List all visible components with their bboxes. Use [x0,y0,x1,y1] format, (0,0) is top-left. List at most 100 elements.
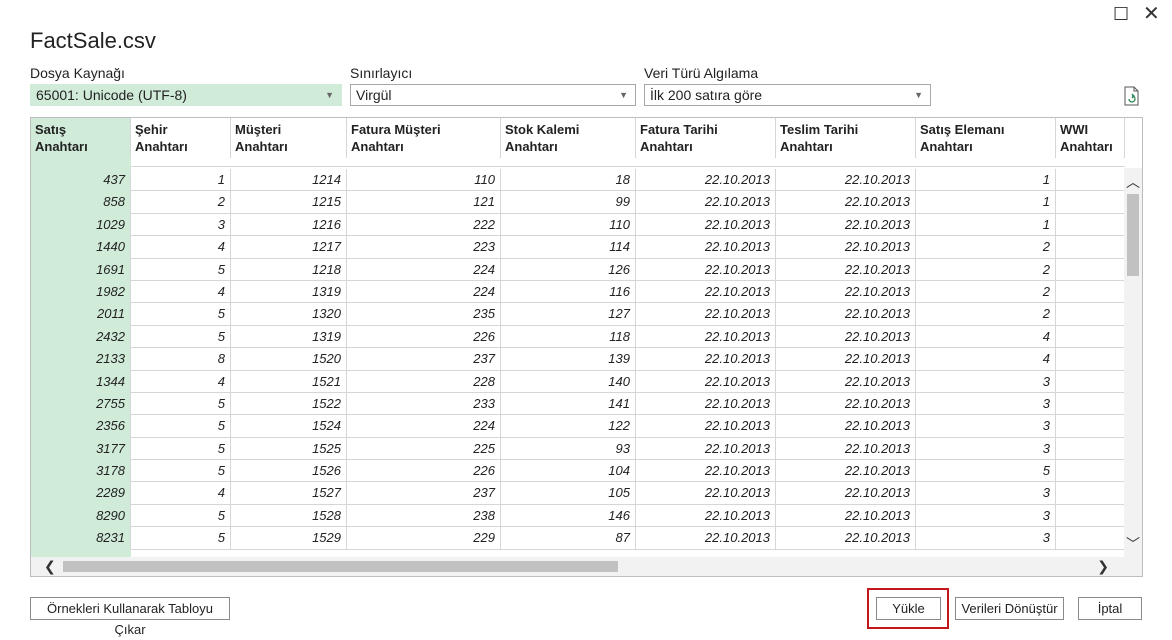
header-divider [131,166,1125,167]
table-cell: 5 [131,460,231,483]
table-cell: 22.10.2013 [776,258,916,281]
table-cell: 4 [131,370,231,393]
table-cell: 1215 [231,191,347,214]
table-cell: 1527 [231,482,347,505]
table-cell: 5 [131,325,231,349]
dialog-title: FactSale.csv [30,28,156,53]
table-cell: 22.10.2013 [776,169,916,192]
table-cell [1056,213,1125,237]
table-cell: 22.10.2013 [636,236,776,259]
table-cell: 116 [501,280,636,304]
table-cell: 1525 [231,437,347,461]
table-cell: 8 [131,348,231,371]
maximize-button[interactable]: ☐ [1113,5,1129,23]
table-cell: 22.10.2013 [636,504,776,528]
table-cell: 229 [347,527,501,550]
table-cell: 8290 [31,504,131,528]
column-header[interactable]: Şehir Anahtarı [131,118,231,158]
table-row: 2432 5 1319 226 118 22.10.2013 22.10.2013 4 [31,325,1125,349]
table-cell: 1526 [231,460,347,483]
table-cell: 225 [347,437,501,461]
cancel-button[interactable]: İptal [1078,597,1142,620]
table-cell: 1319 [231,280,347,304]
table-cell: 22.10.2013 [776,392,916,416]
table-cell: 8231 [31,527,131,550]
table-cell: 3 [916,437,1056,461]
table-cell: 5 [131,415,231,438]
column-header[interactable]: Fatura Müşteri Anahtarı [347,118,501,158]
table-cell: 2011 [31,303,131,326]
refresh-document-icon[interactable] [1123,86,1141,106]
table-body: 437 1 1214 110 18 22.10.2013 22.10.2013 1 858 2 12… [31,169,1125,550]
table-cell: 5 [131,504,231,528]
table-cell: 22.10.2013 [636,482,776,505]
close-button[interactable]: ✕ [1143,4,1160,24]
delimiter-dropdown[interactable]: Virgül ▼ [350,84,636,106]
table-cell: 3 [916,482,1056,505]
table-cell: 4 [916,325,1056,349]
column-header[interactable]: Müşteri Anahtarı [231,118,347,158]
table-cell: 105 [501,482,636,505]
type-detection-label: Veri Türü Algılama [644,65,759,81]
horizontal-scroll-thumb[interactable] [63,561,618,572]
table-cell: 237 [347,348,501,371]
scroll-right-icon[interactable]: ❯ [1097,558,1109,575]
table-cell: 3 [131,213,231,237]
table-cell: 22.10.2013 [776,348,916,371]
table-cell: 1216 [231,213,347,237]
table-cell: 5 [131,437,231,461]
delimiter-value: Virgül [356,87,392,103]
table-cell: 238 [347,504,501,528]
table-cell: 4 [131,280,231,304]
table-cell: 22.10.2013 [776,504,916,528]
table-cell: 22.10.2013 [636,325,776,349]
column-header[interactable]: Fatura Tarihi Anahtarı [636,118,776,158]
table-cell: 2 [916,280,1056,304]
table-cell [1056,392,1125,416]
table-cell: 140 [501,370,636,393]
table-cell: 1320 [231,303,347,326]
load-button[interactable]: Yükle [876,597,941,620]
table-cell: 118 [501,325,636,349]
table-row: 1982 4 1319 224 116 22.10.2013 22.10.2013 2 [31,280,1125,304]
table-cell [1056,348,1125,371]
table-cell: 22.10.2013 [636,303,776,326]
table-cell: 1440 [31,236,131,259]
file-origin-label: Dosya Kaynağı [30,65,125,81]
type-detection-dropdown[interactable]: İlk 200 satıra göre ▼ [644,84,931,106]
extract-table-button[interactable]: Örnekleri Kullanarak Tabloyu Çıkar [30,597,230,637]
table-cell: 104 [501,460,636,483]
horizontal-scrollbar[interactable]: ❮ ❯ [31,557,1142,576]
column-header[interactable]: Satış Anahtarı [31,118,131,158]
vertical-scroll-thumb[interactable] [1127,194,1139,276]
table-cell: 114 [501,236,636,259]
table-cell: 1520 [231,348,347,371]
table-cell: 2432 [31,325,131,349]
table-cell [1056,415,1125,438]
table-row: 8231 5 1529 229 87 22.10.2013 22.10.2013 3 [31,527,1125,550]
table-cell: 3177 [31,437,131,461]
table-cell: 87 [501,527,636,550]
table-header: Satış Anahtarı Şehir Anahtarı Müşteri Anah… [31,118,1142,158]
table-cell [1056,482,1125,505]
table-row: 3177 5 1525 225 93 22.10.2013 22.10.2013 3 [31,437,1125,461]
table-cell: 3 [916,504,1056,528]
table-cell: 22.10.2013 [636,280,776,304]
column-header[interactable]: WWI Anahtarı [1056,118,1125,158]
column-header[interactable]: Stok Kalemi Anahtarı [501,118,636,158]
table-cell: 1214 [231,169,347,192]
table-cell: 22.10.2013 [776,303,916,326]
scroll-up-icon[interactable]: ︿ [1126,172,1140,192]
table-cell [1056,325,1125,349]
scroll-down-icon[interactable]: ﹀ [1126,534,1140,554]
column-header[interactable]: Satış Elemanı Anahtarı [916,118,1056,158]
table-cell: 22.10.2013 [636,348,776,371]
vertical-scrollbar[interactable]: ︿ ﹀ [1124,168,1142,558]
transform-data-button[interactable]: Verileri Dönüştür [955,597,1064,620]
column-header[interactable]: Teslim Tarihi Anahtarı [776,118,916,158]
table-cell: 121 [347,191,501,214]
data-preview-table[interactable]: Satış Anahtarı Şehir Anahtarı Müşteri Anah… [30,117,1143,577]
scroll-left-icon[interactable]: ❮ [44,558,56,575]
file-origin-dropdown[interactable]: 65001: Unicode (UTF-8) ▼ [30,84,342,106]
table-cell [1056,169,1125,192]
